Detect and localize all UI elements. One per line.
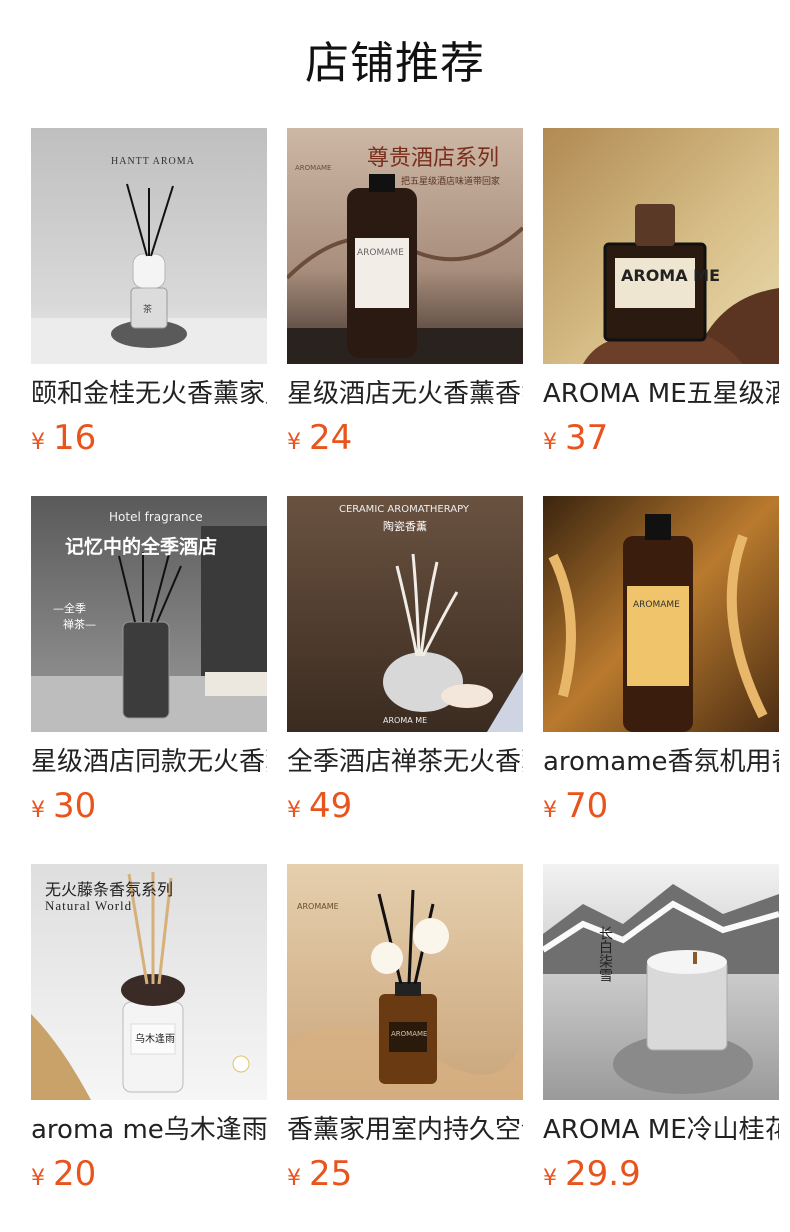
- image-label-text: AROMAME: [391, 1030, 428, 1038]
- image-brand-text: AROMA ME: [383, 716, 428, 725]
- image-label-text: AROMAME: [357, 248, 404, 258]
- image-subtitle-text: 把五星级酒店味道带回家: [401, 177, 501, 187]
- product-name[interactable]: AROMA ME五星级酒店香薰精油: [543, 378, 779, 410]
- product-name[interactable]: aromame香氛机用香薰精油: [543, 746, 779, 778]
- product-price: ¥49: [287, 788, 523, 830]
- image-caption-text: Hotel fragrance: [109, 510, 203, 524]
- currency-symbol: ¥: [31, 1166, 45, 1191]
- section-title: 店铺推荐: [305, 38, 485, 89]
- image-label-text: 茶: [143, 305, 153, 315]
- currency-symbol: ¥: [287, 798, 301, 823]
- currency-symbol: ¥: [31, 430, 45, 455]
- product-price: ¥37: [543, 420, 779, 462]
- image-brand-text: AROMAME: [633, 600, 680, 610]
- product-image[interactable]: 尊贵酒店系列 把五星级酒店味道带回家 AROMAME AROMAME: [287, 128, 523, 364]
- image-tag-text: —全季: [53, 602, 86, 615]
- image-brand-text: HANTT AROMA: [111, 156, 195, 167]
- product-price: ¥70: [543, 788, 779, 830]
- currency-symbol: ¥: [543, 1166, 557, 1191]
- product-image[interactable]: HANTT AROMA 茶: [31, 128, 267, 364]
- image-label-text: 乌木逢雨: [135, 1034, 175, 1045]
- price-value: 30: [53, 786, 97, 826]
- price-value: 49: [309, 786, 353, 826]
- image-brand-text: AROMAME: [297, 902, 339, 911]
- image-subtitle-text: Natural World: [45, 898, 133, 913]
- product-card[interactable]: AROMAME AROMAME 香薰家用室内持久空气清新剂 ¥25: [287, 864, 523, 1232]
- product-card[interactable]: AROMAME aromame香氛机用香薰精油 ¥70: [543, 496, 779, 864]
- price-value: 16: [53, 418, 97, 458]
- product-image[interactable]: AROMAME: [543, 496, 779, 732]
- image-caption-text: CERAMIC AROMATHERAPY: [339, 504, 470, 515]
- image-title-text: 长白柒雪: [597, 926, 613, 982]
- product-card[interactable]: HANTT AROMA 茶 颐和金桂无火香薰家用卧室持久香氛 ¥16: [31, 128, 267, 496]
- currency-symbol: ¥: [287, 1166, 301, 1191]
- product-card[interactable]: AROMA ME AROMA ME五星级酒店香薰精油 ¥37: [543, 128, 779, 496]
- image-brand-text: AROMAME: [295, 164, 332, 172]
- product-card[interactable]: 长白柒雪 AROMA ME冷山桂花香薰蜡烛 ¥29.9: [543, 864, 779, 1232]
- product-grid: HANTT AROMA 茶 颐和金桂无火香薰家用卧室持久香氛 ¥16: [31, 128, 790, 1232]
- product-name[interactable]: 星级酒店同款无火香薰家用室内: [31, 746, 267, 778]
- product-price: ¥24: [287, 420, 523, 462]
- product-card[interactable]: CERAMIC AROMATHERAPY 陶瓷香薰 AROMA ME 全季酒店禅…: [287, 496, 523, 864]
- product-price: ¥25: [287, 1156, 523, 1198]
- image-title-text: 陶瓷香薰: [383, 520, 427, 533]
- currency-symbol: ¥: [31, 798, 45, 823]
- product-price: ¥16: [31, 420, 267, 462]
- product-image[interactable]: CERAMIC AROMATHERAPY 陶瓷香薰 AROMA ME: [287, 496, 523, 732]
- image-title-text: 记忆中的全季酒店: [65, 536, 218, 558]
- currency-symbol: ¥: [287, 430, 301, 455]
- price-value: 70: [565, 786, 609, 826]
- product-price: ¥20: [31, 1156, 267, 1198]
- product-image[interactable]: AROMA ME: [543, 128, 779, 364]
- image-title-text: 尊贵酒店系列: [367, 146, 500, 171]
- product-name[interactable]: aroma me乌木逢雨无火藤条香薰: [31, 1114, 267, 1146]
- product-image[interactable]: Hotel fragrance 记忆中的全季酒店 —全季 禅茶—: [31, 496, 267, 732]
- product-image[interactable]: 无火藤条香氛系列 Natural World 乌木逢雨: [31, 864, 267, 1100]
- currency-symbol: ¥: [543, 798, 557, 823]
- image-brand-text: AROMA ME: [621, 266, 721, 285]
- product-card[interactable]: 尊贵酒店系列 把五星级酒店味道带回家 AROMAME AROMAME 星级酒店无…: [287, 128, 523, 496]
- product-name[interactable]: 全季酒店禅茶无火香薰陶瓷香薰: [287, 746, 523, 778]
- price-value: 29.9: [565, 1154, 641, 1194]
- product-image[interactable]: 长白柒雪: [543, 864, 779, 1100]
- currency-symbol: ¥: [543, 430, 557, 455]
- product-name[interactable]: 香薰家用室内持久空气清新剂: [287, 1114, 523, 1146]
- product-name[interactable]: 星级酒店无火香薰香氛家用卧室持久: [287, 378, 523, 410]
- product-image[interactable]: AROMAME AROMAME: [287, 864, 523, 1100]
- product-price: ¥30: [31, 788, 267, 830]
- price-value: 24: [309, 418, 353, 458]
- product-name[interactable]: AROMA ME冷山桂花香薰蜡烛: [543, 1114, 779, 1146]
- product-card[interactable]: Hotel fragrance 记忆中的全季酒店 —全季 禅茶— 星级酒店同款无…: [31, 496, 267, 864]
- product-name[interactable]: 颐和金桂无火香薰家用卧室持久香氛: [31, 378, 267, 410]
- image-title-text: 无火藤条香氛系列: [45, 880, 174, 899]
- price-value: 25: [309, 1154, 353, 1194]
- price-value: 37: [565, 418, 609, 458]
- image-tag-text: 禅茶—: [63, 618, 96, 631]
- product-price: ¥29.9: [543, 1156, 779, 1198]
- price-value: 20: [53, 1154, 97, 1194]
- product-card[interactable]: 无火藤条香氛系列 Natural World 乌木逢雨 aroma me乌木逢雨…: [31, 864, 267, 1232]
